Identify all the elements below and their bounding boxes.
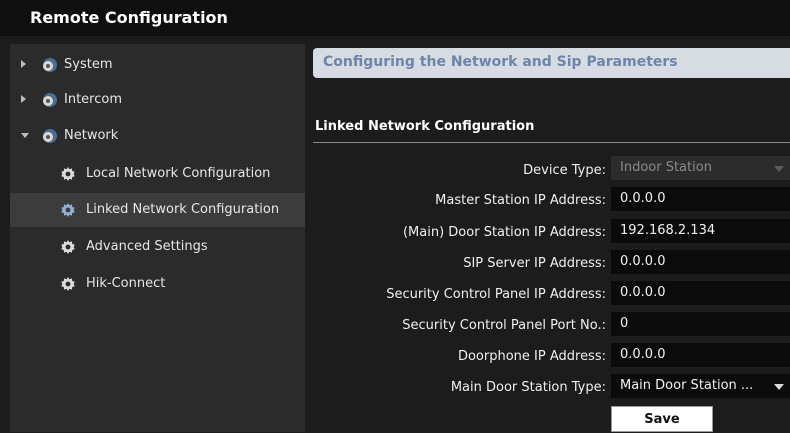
expand-arrow-icon[interactable] [21,60,26,68]
sidebar-item-local-network-configuration[interactable]: Local Network Configuration [10,157,305,191]
main-door-station-type-select[interactable]: Main Door Station ... [611,374,790,398]
chevron-down-icon [774,166,784,172]
master-station-ip-label: Master Station IP Address: [435,193,606,208]
main-door-station-ip-label: (Main) Door Station IP Address: [402,225,606,240]
sidebar-item-system[interactable]: System [10,48,305,82]
section-title: Linked Network Configuration [315,119,535,134]
security-control-panel-ip-label: Security Control Panel IP Address: [386,287,606,302]
device-type-label: Device Type: [523,163,606,178]
sidebar-item-label: Network [64,128,119,143]
sidebar: System Intercom Network Local Network Co… [10,44,305,432]
page-header: Configuring the Network and Sip Paramete… [313,48,790,78]
chevron-down-icon[interactable] [774,384,784,390]
sidebar-item-network[interactable]: Network [10,119,305,153]
master-station-ip-input[interactable]: 0.0.0.0 [611,187,790,211]
gear-icon [61,240,75,254]
window-title: Remote Configuration [30,8,228,27]
sidebar-item-label: Linked Network Configuration [86,202,280,217]
security-control-panel-port-input[interactable]: 0 [611,312,790,336]
sidebar-item-label: Local Network Configuration [86,166,271,181]
sip-server-ip-input[interactable]: 0.0.0.0 [611,250,790,274]
sidebar-item-label: Intercom [64,92,122,107]
device-type-select: Indoor Station [611,156,790,180]
sip-server-ip-label: SIP Server IP Address: [463,256,606,271]
gear-group-icon [43,58,57,72]
sidebar-item-hik-connect[interactable]: Hik-Connect [10,267,305,301]
sidebar-item-advanced-settings[interactable]: Advanced Settings [10,230,305,264]
collapse-arrow-icon[interactable] [21,133,29,138]
main-door-station-ip-input[interactable]: 192.168.2.134 [611,219,790,243]
save-button[interactable]: Save [611,406,713,432]
security-control-panel-ip-input[interactable]: 0.0.0.0 [611,281,790,305]
divider [313,142,790,143]
sidebar-item-label: Advanced Settings [86,239,208,254]
page-title: Configuring the Network and Sip Paramete… [323,54,678,70]
sidebar-item-linked-network-configuration[interactable]: Linked Network Configuration [10,193,305,227]
doorphone-ip-label: Doorphone IP Address: [457,349,606,364]
gear-icon [61,277,75,291]
title-bar: Remote Configuration [0,0,790,36]
gear-icon [61,203,75,217]
expand-arrow-icon[interactable] [21,95,26,103]
sidebar-item-label: Hik-Connect [86,276,166,291]
main-panel: Configuring the Network and Sip Paramete… [305,36,790,432]
sidebar-item-intercom[interactable]: Intercom [10,83,305,117]
gear-group-icon [43,129,57,143]
gear-group-icon [43,93,57,107]
security-control-panel-port-label: Security Control Panel Port No.: [402,318,606,333]
sidebar-item-label: System [64,57,113,72]
main-door-station-type-label: Main Door Station Type: [450,380,606,395]
doorphone-ip-input[interactable]: 0.0.0.0 [611,343,790,367]
gear-icon [61,167,75,181]
